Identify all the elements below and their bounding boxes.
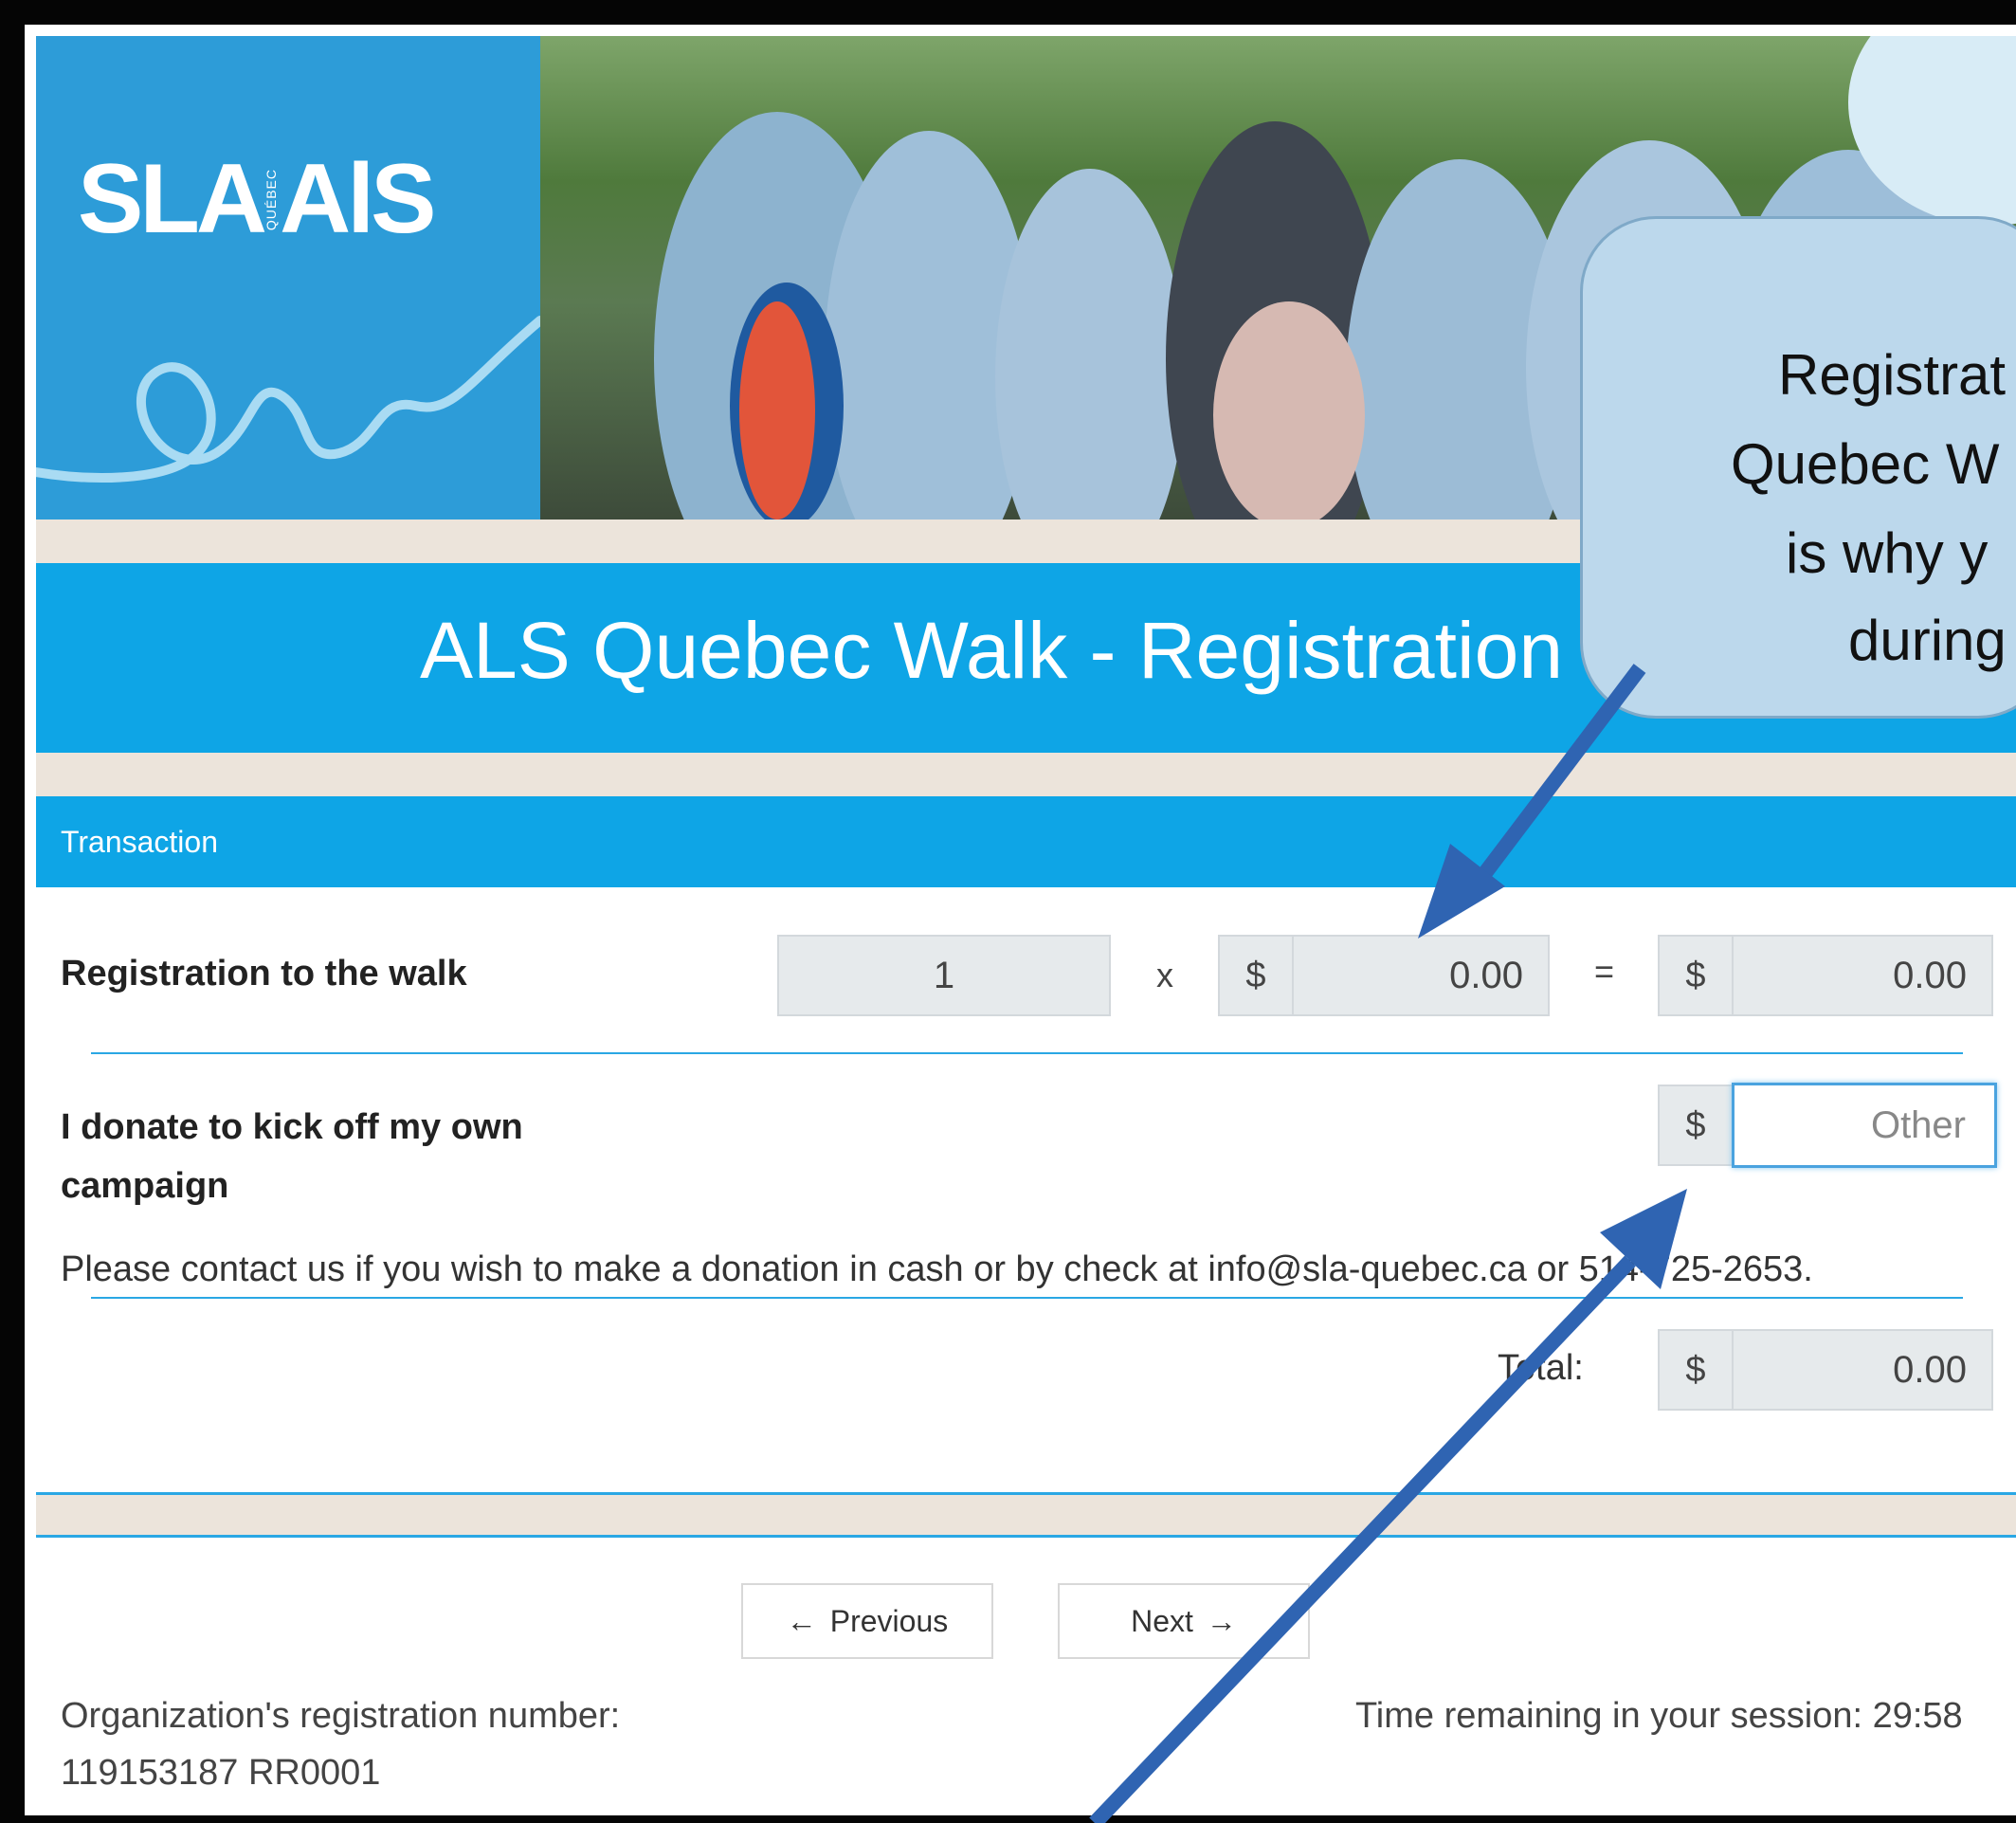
callout-line: Quebec W [1731,432,2000,496]
registration-label: Registration to the walk [61,954,467,994]
multiply-sign: x [1156,956,1173,994]
currency-addon: $ [1658,1085,1734,1166]
transaction-header [36,796,2016,887]
unit-price-field: 0.00 [1292,935,1550,1016]
annotation-callout: Registrat Quebec W is why y during [1580,216,2016,719]
previous-label: Previous [829,1603,949,1638]
next-label: Next [1131,1603,1193,1638]
page-title: ALS Quebec Walk - Registration [420,606,1564,695]
currency-addon: $ [1658,1329,1734,1411]
registration-number-label: Organization's registration number: [61,1696,621,1736]
next-button[interactable]: Next → [1058,1583,1310,1659]
donation-contact-note: Please contact us if you wish to make a … [61,1249,1813,1289]
squiggle-decoration [36,316,540,483]
currency-addon: $ [1218,935,1294,1016]
currency-addon: $ [1658,935,1734,1016]
previous-button[interactable]: ← Previous [741,1583,993,1659]
transaction-title: Transaction [61,825,218,859]
decorative-band-lower [36,753,2016,796]
total-label: Total: [1498,1348,1584,1388]
row-divider [91,1052,1963,1054]
footer-divider [36,1535,2016,1538]
arrow-right-icon: → [1206,1603,1237,1638]
total-field: 0.00 [1732,1329,1993,1411]
row-divider [91,1297,1963,1299]
logo-panel: SLA AlS QUÉBEC [36,36,540,520]
arrow-left-icon: ← [786,1603,817,1638]
equals-sign: = [1594,952,1615,991]
donation-label-line2: campaign [61,1166,229,1206]
callout-line: Registrat [1778,343,2007,407]
footer-band [36,1495,2016,1535]
donation-label: I donate to kick off my own [61,1107,523,1147]
callout-line: during [1848,609,2007,672]
session-timer: Time remaining in your session: 29:58 [1355,1696,1963,1736]
donation-amount-input[interactable]: Other [1732,1083,1997,1168]
callout-line: is why y [1786,521,1989,585]
subtotal-field: 0.00 [1732,935,1993,1016]
quantity-field: 1 [777,935,1111,1016]
registration-number: 119153187 RR0001 [61,1753,381,1793]
